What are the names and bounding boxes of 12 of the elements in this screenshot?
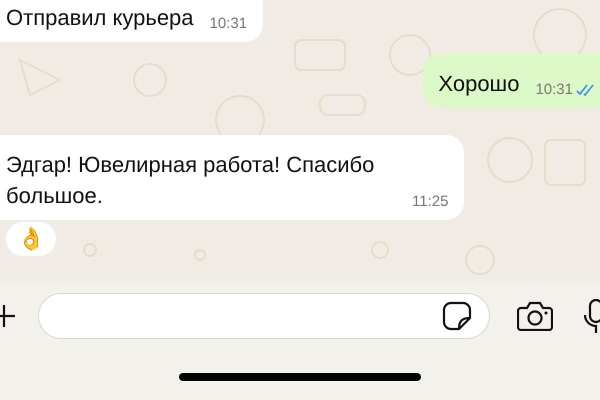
message-time: 10:31 — [535, 81, 573, 99]
message-text: Отправил курьера — [6, 4, 194, 32]
message-text: Эдгар! Ювелирная работа! Спасибо большое. — [6, 151, 376, 210]
camera-icon[interactable] — [517, 300, 553, 330]
sticker-icon[interactable] — [442, 300, 472, 330]
microphone-icon[interactable] — [583, 298, 600, 332]
message-input[interactable] — [38, 292, 490, 338]
message-time: 10:31 — [210, 15, 248, 33]
plus-icon[interactable] — [0, 304, 16, 326]
reaction-emoji[interactable]: 👌 — [6, 222, 56, 256]
message-time: 11:25 — [412, 193, 448, 211]
message-text: Хорошо — [438, 70, 520, 98]
